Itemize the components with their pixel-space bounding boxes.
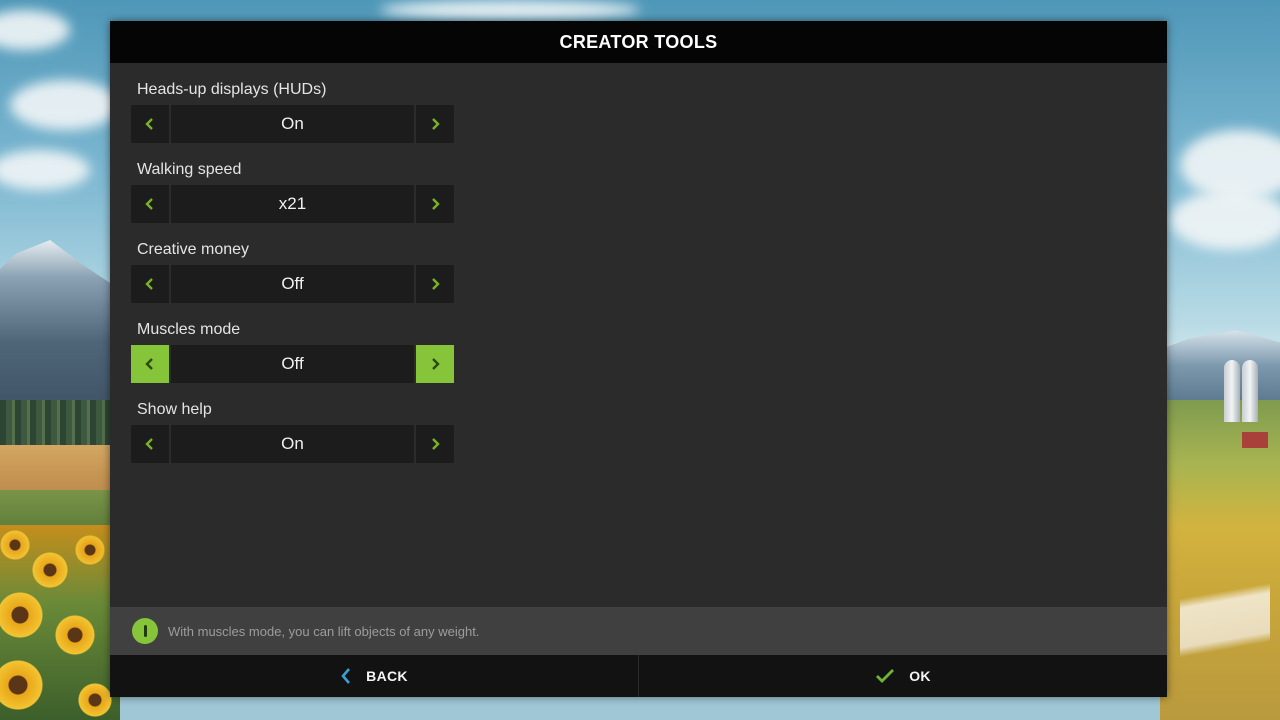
chevron-right-icon <box>432 438 440 450</box>
setting-show-help: Show help On <box>131 399 1167 463</box>
chevron-right-icon <box>432 118 440 130</box>
setting-huds: Heads-up displays (HUDs) On <box>131 79 1167 143</box>
cloud <box>1170 190 1280 250</box>
setting-label: Creative money <box>137 241 250 258</box>
barn <box>1242 432 1268 448</box>
creative-money-selector: Off <box>131 265 454 303</box>
next-button[interactable] <box>416 345 454 383</box>
next-button[interactable] <box>416 105 454 143</box>
next-button[interactable] <box>416 185 454 223</box>
setting-label: Heads-up displays (HUDs) <box>137 81 327 98</box>
chevron-left-icon <box>145 358 153 370</box>
dialog-header: CREATOR TOOLS <box>110 21 1167 63</box>
creator-tools-dialog: CREATOR TOOLS Heads-up displays (HUDs) O… <box>110 21 1167 697</box>
setting-value: Off <box>171 345 414 383</box>
help-bar: With muscles mode, you can lift objects … <box>110 607 1167 655</box>
setting-creative-money: Creative money Off <box>131 239 1167 303</box>
checkmark-icon <box>876 669 895 683</box>
setting-muscles-mode: Muscles mode Off <box>131 319 1167 383</box>
setting-label: Muscles mode <box>137 321 241 338</box>
huds-selector: On <box>131 105 454 143</box>
chevron-left-icon <box>341 668 351 684</box>
back-button[interactable]: BACK <box>110 655 638 697</box>
next-button[interactable] <box>416 265 454 303</box>
cloud <box>380 0 640 20</box>
chevron-right-icon <box>432 358 440 370</box>
tree-line <box>0 400 120 445</box>
chevron-left-icon <box>145 278 153 290</box>
chevron-left-icon <box>145 438 153 450</box>
prev-button[interactable] <box>131 105 169 143</box>
setting-label: Show help <box>137 401 212 418</box>
dialog-title: CREATOR TOOLS <box>559 31 718 52</box>
setting-value: Off <box>171 265 414 303</box>
info-icon <box>132 618 158 644</box>
prev-button[interactable] <box>131 185 169 223</box>
next-button[interactable] <box>416 425 454 463</box>
cloud <box>10 80 120 130</box>
chevron-right-icon <box>432 198 440 210</box>
prev-button[interactable] <box>131 345 169 383</box>
setting-value: x21 <box>171 185 414 223</box>
setting-value: On <box>171 425 414 463</box>
muscles-mode-selector: Off <box>131 345 454 383</box>
settings-list: Heads-up displays (HUDs) On Walking spee… <box>110 63 1167 463</box>
silo <box>1242 360 1258 422</box>
help-text: With muscles mode, you can lift objects … <box>168 623 480 639</box>
setting-walking-speed: Walking speed x21 <box>131 159 1167 223</box>
setting-value: On <box>171 105 414 143</box>
setting-label: Walking speed <box>137 161 242 178</box>
prev-button[interactable] <box>131 265 169 303</box>
dirt-road <box>1180 540 1270 720</box>
sunflower-field <box>0 525 120 720</box>
chevron-right-icon <box>432 278 440 290</box>
grass-field <box>0 490 120 530</box>
ok-label: OK <box>909 668 931 684</box>
back-label: BACK <box>366 668 408 684</box>
show-help-selector: On <box>131 425 454 463</box>
chevron-left-icon <box>145 198 153 210</box>
silo <box>1224 360 1240 422</box>
walking-speed-selector: x21 <box>131 185 454 223</box>
dialog-footer: BACK OK <box>110 655 1167 697</box>
prev-button[interactable] <box>131 425 169 463</box>
ok-button[interactable]: OK <box>638 655 1167 697</box>
chevron-left-icon <box>145 118 153 130</box>
